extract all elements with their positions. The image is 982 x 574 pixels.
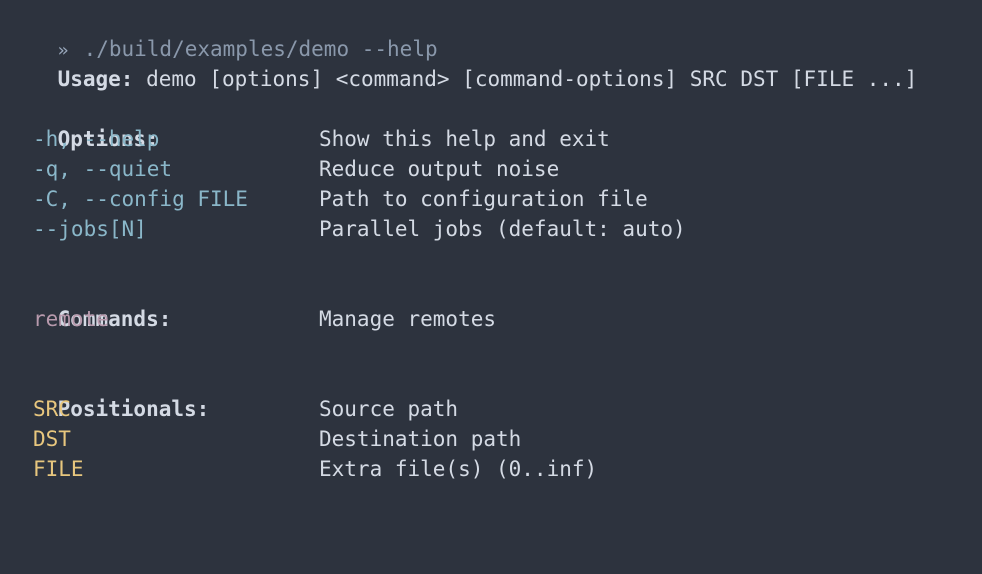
option-row: -q, --quiet Reduce output noise bbox=[7, 154, 982, 184]
positional-row: SRC Source path bbox=[7, 394, 982, 424]
option-flag: -C, --config FILE bbox=[33, 187, 248, 211]
option-description: Parallel jobs (default: auto) bbox=[319, 217, 686, 241]
positional-row: FILE Extra file(s) (0..inf) bbox=[7, 454, 982, 484]
commands-heading-line: Commands: bbox=[7, 274, 982, 331]
usage-line: Usage: demo [options] <command> [command… bbox=[7, 34, 982, 91]
positional-description: Destination path bbox=[319, 427, 522, 451]
command-row: remote Manage remotes bbox=[7, 304, 982, 334]
command-name: remote bbox=[33, 307, 109, 331]
usage-label: Usage: bbox=[57, 67, 134, 91]
positional-name: DST bbox=[33, 427, 71, 451]
terminal-window[interactable]: » ./build/examples/demo --help Usage: dem… bbox=[0, 0, 982, 512]
option-row: --jobs[N] Parallel jobs (default: auto) bbox=[7, 214, 982, 244]
positional-row: DST Destination path bbox=[7, 424, 982, 454]
option-description: Path to configuration file bbox=[319, 187, 648, 211]
option-description: Reduce output noise bbox=[319, 157, 560, 181]
prompt-line: » ./build/examples/demo --help bbox=[7, 4, 982, 61]
option-flag: -h, --help bbox=[33, 127, 160, 151]
options-heading-line: Options: bbox=[7, 94, 982, 151]
usage-text: demo [options] <command> [command-option… bbox=[146, 67, 918, 91]
option-row: -h, --help Show this help and exit bbox=[7, 124, 982, 154]
option-flag: -q, --quiet bbox=[33, 157, 173, 181]
option-row: -C, --config FILE Path to configuration … bbox=[7, 184, 982, 214]
option-flag: --jobs[N] bbox=[33, 217, 147, 241]
command-description: Manage remotes bbox=[319, 307, 497, 331]
positional-description: Source path bbox=[319, 397, 459, 421]
positionals-heading-line: Positionals: bbox=[7, 364, 982, 421]
positional-name: FILE bbox=[33, 457, 84, 481]
positional-description: Extra file(s) (0..inf) bbox=[319, 457, 598, 481]
positional-name: SRC bbox=[33, 397, 71, 421]
option-description: Show this help and exit bbox=[319, 127, 610, 151]
